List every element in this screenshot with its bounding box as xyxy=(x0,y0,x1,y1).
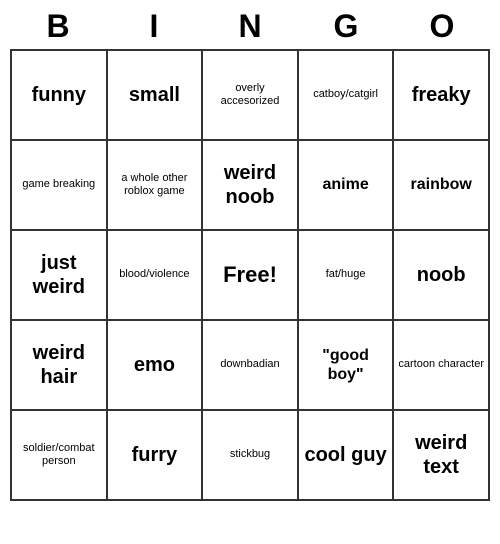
cell-r0-c1: small xyxy=(108,51,204,141)
cell-text-r4-c1: furry xyxy=(132,443,178,467)
cell-text-r3-c4: cartoon character xyxy=(398,358,484,371)
cell-text-r0-c1: small xyxy=(129,83,180,107)
cell-r0-c0: funny xyxy=(12,51,108,141)
cell-text-r2-c0: just weird xyxy=(16,251,102,299)
cell-r3-c2: downbadian xyxy=(203,321,299,411)
cell-text-r2-c4: noob xyxy=(417,263,466,287)
header-letter-n: N xyxy=(206,8,294,45)
cell-r2-c2: Free! xyxy=(203,231,299,321)
cell-r0-c2: overly accesorized xyxy=(203,51,299,141)
cell-r4-c2: stickbug xyxy=(203,411,299,501)
cell-r0-c4: freaky xyxy=(394,51,490,141)
bingo-card: BINGO funny small overly accesorized catboy… xyxy=(10,8,490,501)
cell-text-r1-c1: a whole other roblox game xyxy=(112,172,198,198)
cell-text-r0-c3: catboy/catgirl xyxy=(313,88,378,101)
header-letter-b: B xyxy=(14,8,102,45)
cell-r3-c3: "good boy" xyxy=(299,321,395,411)
cell-text-r0-c2: overly accesorized xyxy=(207,82,293,108)
bingo-grid: funny small overly accesorized catboy/catgi… xyxy=(10,49,490,501)
cell-text-r0-c0: funny xyxy=(32,83,86,107)
cell-text-r1-c4: rainbow xyxy=(411,175,472,194)
cell-text-r1-c2: weird noob xyxy=(207,161,293,209)
cell-r4-c1: furry xyxy=(108,411,204,501)
cell-text-r3-c2: downbadian xyxy=(220,358,279,371)
cell-text-r2-c1: blood/violence xyxy=(119,268,189,281)
header-letter-g: G xyxy=(302,8,390,45)
cell-text-r4-c0: soldier/combat person xyxy=(16,442,102,468)
cell-r1-c1: a whole other roblox game xyxy=(108,141,204,231)
cell-text-r4-c3: cool guy xyxy=(304,443,386,467)
cell-r0-c3: catboy/catgirl xyxy=(299,51,395,141)
cell-text-r2-c2: Free! xyxy=(223,262,277,288)
cell-r2-c0: just weird xyxy=(12,231,108,321)
cell-r3-c4: cartoon character xyxy=(394,321,490,411)
cell-text-r4-c2: stickbug xyxy=(230,448,270,461)
cell-text-r1-c0: game breaking xyxy=(22,178,95,191)
cell-r1-c0: game breaking xyxy=(12,141,108,231)
cell-text-r3-c0: weird hair xyxy=(16,341,102,389)
cell-text-r4-c4: weird text xyxy=(398,431,484,479)
cell-r4-c0: soldier/combat person xyxy=(12,411,108,501)
cell-r4-c3: cool guy xyxy=(299,411,395,501)
cell-r4-c4: weird text xyxy=(394,411,490,501)
cell-r2-c4: noob xyxy=(394,231,490,321)
cell-r2-c1: blood/violence xyxy=(108,231,204,321)
cell-r1-c4: rainbow xyxy=(394,141,490,231)
header-letter-o: O xyxy=(398,8,486,45)
cell-text-r0-c4: freaky xyxy=(412,83,471,107)
cell-text-r2-c3: fat/huge xyxy=(326,268,366,281)
cell-r3-c1: emo xyxy=(108,321,204,411)
cell-text-r3-c3: "good boy" xyxy=(303,346,389,384)
cell-r1-c3: anime xyxy=(299,141,395,231)
cell-r1-c2: weird noob xyxy=(203,141,299,231)
cell-r2-c3: fat/huge xyxy=(299,231,395,321)
header-letter-i: I xyxy=(110,8,198,45)
cell-r3-c0: weird hair xyxy=(12,321,108,411)
cell-text-r3-c1: emo xyxy=(134,353,175,377)
cell-text-r1-c3: anime xyxy=(322,175,368,194)
bingo-header: BINGO xyxy=(10,8,490,45)
